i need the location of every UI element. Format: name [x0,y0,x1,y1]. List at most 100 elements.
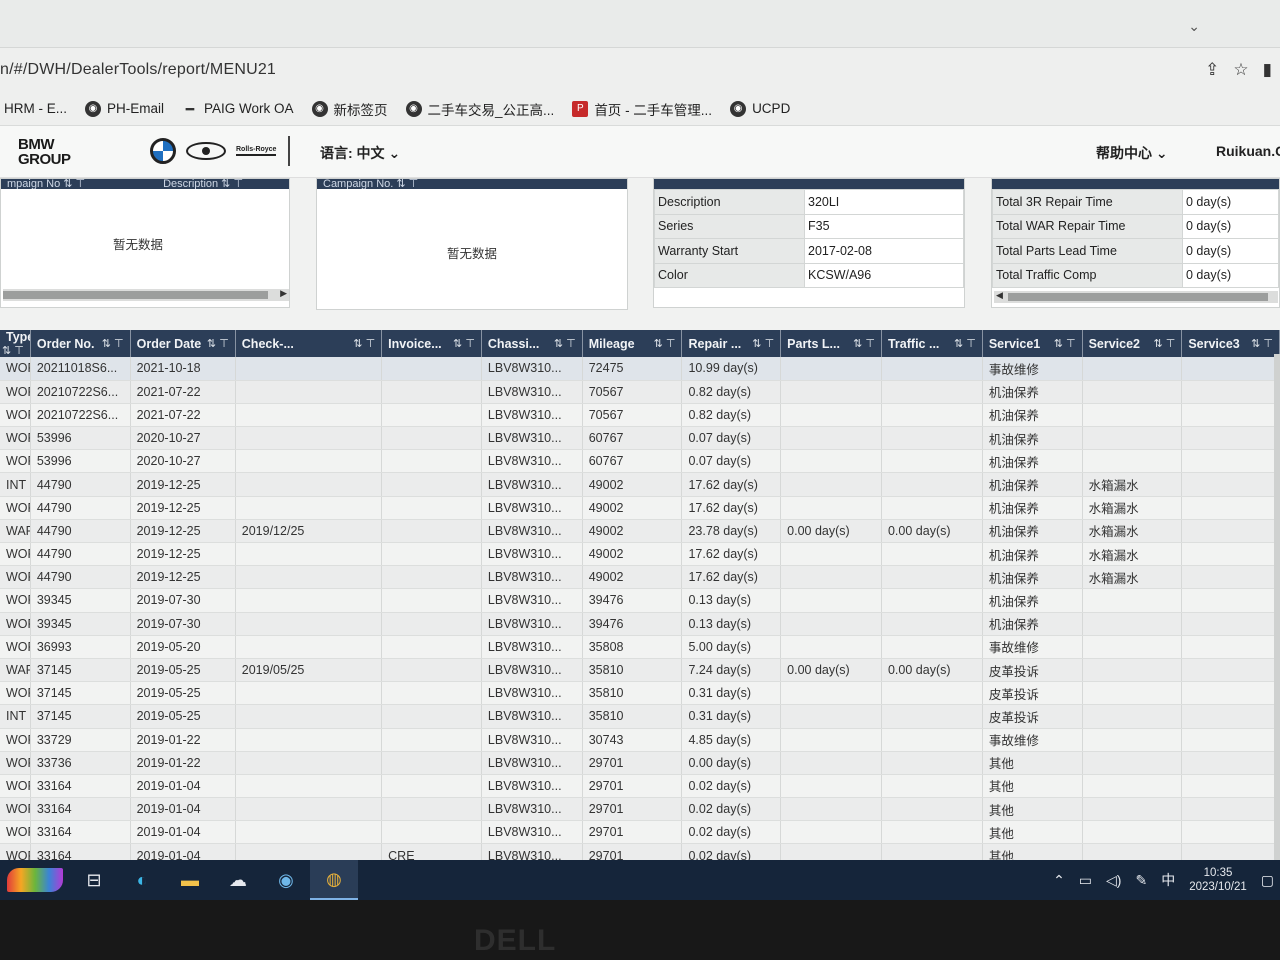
table-row[interactable]: WOR331642019-01-04 LBV8W310...297010.02 d… [0,820,1280,845]
sort-filter-icon[interactable]: ⇅ ⊤ [954,337,976,350]
column-header[interactable]: Invoice... ⇅ ⊤ [381,330,482,357]
table-row[interactable]: WOR337362019-01-22 LBV8W310...297010.00 d… [0,751,1280,775]
sort-filter-icon[interactable]: ⇅ ⊤ [752,337,774,350]
help-center-menu[interactable]: 帮助中心 ⌄ [1096,143,1168,163]
edge-icon[interactable]: ◐ [118,860,166,900]
chrome-icon[interactable]: ◍ [310,860,358,900]
table-row[interactable]: WAR371452019-05-252019/05/25 LBV8W310...3… [0,658,1280,683]
column-header[interactable]: Check-... ⇅ ⊤ [235,330,383,357]
column-header[interactable]: Service3 ⇅ ⊤ [1181,330,1280,357]
sort-filter-icon[interactable]: ⇅ ⊤ [102,337,124,350]
table-cell [1181,380,1280,404]
table-cell: WOR [0,588,31,613]
table-row[interactable]: WOR447902019-12-25 LBV8W310...4900217.62 … [0,565,1280,590]
table-row[interactable]: WOR331642019-01-04 LBV8W310...297010.02 d… [0,774,1280,799]
share-icon[interactable]: ⇪ [1205,60,1219,80]
column-header[interactable]: Parts L... ⇅ ⊤ [780,330,882,357]
task-view-icon[interactable]: ⊟ [70,860,118,900]
arrow-left-icon[interactable]: ◀ [996,290,1003,301]
bookmark-item[interactable]: ━ PAIG Work OA [182,101,294,117]
sort-filter-icon[interactable]: ⇅ ⊤ [1251,337,1273,350]
table-row[interactable]: WOR20210722S6...2021-07-22 LBV8W310...705… [0,403,1280,428]
language-selector[interactable]: 语言: 中文 ⌄ [320,143,400,163]
column-label: Service3 [1188,336,1240,351]
app-icon[interactable]: ☁ [214,860,262,900]
user-name[interactable]: Ruikuan.C [1216,143,1280,159]
column-header[interactable]: Repair ... ⇅ ⊤ [681,330,782,357]
ime-indicator[interactable]: 中 [1161,870,1175,890]
column-header[interactable]: Service1 ⇅ ⊤ [982,330,1083,357]
sort-filter-icon[interactable]: ⇅ ⊤ [207,337,229,350]
table-row[interactable]: WOR371452019-05-25 LBV8W310...358100.31 d… [0,681,1280,706]
table-row[interactable]: WOR539962020-10-27 LBV8W310...607670.07 d… [0,426,1280,451]
column-header[interactable]: mpaign No ⇅ ⊤ [1,179,85,189]
address-bar[interactable]: n/#/DWH/DealerTools/report/MENU21 ⇪ ☆ ▮ [0,48,1280,92]
horizontal-scrollbar[interactable]: ◀ [994,290,1278,303]
column-header[interactable]: Order No. ⇅ ⊤ [30,330,131,357]
table-row[interactable]: INT 44790 2019-12-25 LBV8W310... 49002 17.62 … [0,472,1280,497]
clock[interactable]: 10:35 2023/10/21 [1189,866,1247,894]
table-row[interactable]: WOR393452019-07-30 LBV8W310...394760.13 d… [0,588,1280,613]
start-app-icon[interactable] [0,860,70,900]
table-row[interactable]: WOR447902019-12-25 LBV8W310...4900217.62 … [0,542,1280,567]
file-explorer-icon[interactable]: ▬ [166,860,214,900]
table-row[interactable]: WAR447902019-12-252019/12/25 LBV8W310...4… [0,519,1280,544]
table-cell: 17.62 day(s) [681,542,782,567]
chevron-down-icon[interactable]: ⌄ [1188,18,1200,35]
bookmark-item[interactable]: ◉ 新标签页 [311,99,388,119]
table-cell: 2019-01-22 [130,728,236,752]
chevron-up-icon[interactable]: ⌃ [1053,872,1065,889]
bookmark-label: HRM - E... [4,101,67,116]
column-header[interactable]: Order Date ⇅ ⊤ [130,330,236,357]
bookmark-item[interactable]: ◉ 二手车交易_公正高... [405,99,554,119]
field-label: Total Traffic Comp [992,262,1183,288]
sort-filter-icon[interactable]: ⇅ ⊤ [2,344,24,357]
table-row[interactable]: WOR369932019-05-20 LBV8W310...358085.00 d… [0,635,1280,659]
field-label: Total 3R Repair Time [992,189,1183,215]
url-text[interactable]: n/#/DWH/DealerTools/report/MENU21 [0,61,276,79]
table-row[interactable]: WOR393452019-07-30 LBV8W310...394760.13 d… [0,612,1280,636]
sort-filter-icon[interactable]: ⇅ ⊤ [1054,337,1076,350]
table-row[interactable]: WOR20210722S6...2021-07-22 LBV8W310...705… [0,380,1280,404]
column-header[interactable]: Chassi... ⇅ ⊤ [481,330,583,357]
column-header[interactable]: Service2 ⇅ ⊤ [1082,330,1183,357]
star-icon[interactable]: ☆ [1233,60,1248,80]
bookmark-item[interactable]: HRM - E... [4,101,67,116]
table-cell: 2019-05-20 [130,635,236,659]
sort-filter-icon[interactable]: ⇅ ⊤ [554,337,576,350]
column-header[interactable]: Mileage ⇅ ⊤ [582,330,683,357]
bookmark-item[interactable]: ◉ PH-Email [85,100,164,117]
horizontal-scrollbar[interactable]: ▶ [3,288,289,301]
table-row[interactable]: WOR331642019-01-04 CRELBV8W310...297010.0… [0,843,1280,860]
column-header[interactable]: Traffic ... ⇅ ⊤ [881,330,983,357]
sort-filter-icon[interactable]: ⇅ ⊤ [654,337,676,350]
globe-icon: ◉ [85,100,101,117]
table-row[interactable]: WOR337292019-01-22 LBV8W310...307434.85 d… [0,728,1280,752]
sort-filter-icon[interactable]: ⇅ ⊤ [853,337,875,350]
bookmark-item[interactable]: ◉ UCPD [730,100,790,117]
chat-icon[interactable]: ◉ [262,860,310,900]
table-cell: 0.00 day(s) [881,519,983,544]
sidebar-icon[interactable]: ▮ [1263,60,1272,80]
table-row[interactable]: WOR447902019-12-25 LBV8W310...4900217.62 … [0,496,1280,520]
sort-filter-icon[interactable]: ⇅ ⊤ [353,337,375,350]
column-header[interactable]: Description ⇅ ⊤ [85,179,243,189]
table-cell [1181,843,1280,860]
sort-filter-icon[interactable]: ⇅ ⊤ [1153,337,1175,350]
table-row[interactable]: WOR539962020-10-27 LBV8W310...607670.07 d… [0,449,1280,474]
notification-icon[interactable]: ▢ [1261,872,1274,889]
network-icon[interactable]: ▭ [1079,872,1092,889]
table-row[interactable]: WOR331642019-01-04 LBV8W310...297010.02 d… [0,797,1280,822]
vertical-scrollbar[interactable] [1274,354,1280,860]
table-cell [881,635,983,659]
column-header[interactable]: Type⇅ ⊤ [0,330,31,357]
volume-icon[interactable]: ◁) [1106,872,1121,889]
column-header[interactable]: Campaign No. ⇅ ⊤ [317,179,418,189]
sort-filter-icon[interactable]: ⇅ ⊤ [453,337,475,350]
table-row[interactable]: INT 37145 2019-05-25 LBV8W310... 35810 0.31 d… [0,704,1280,729]
pen-icon[interactable]: ✎ [1135,872,1147,889]
arrow-right-icon[interactable]: ▶ [280,288,287,299]
bookmark-item[interactable]: P 首页 - 二手车管理... [572,99,712,119]
table-cell [1181,426,1280,451]
table-row[interactable]: WOR20211018S6...2021-10-18 LBV8W310...724… [0,357,1280,381]
